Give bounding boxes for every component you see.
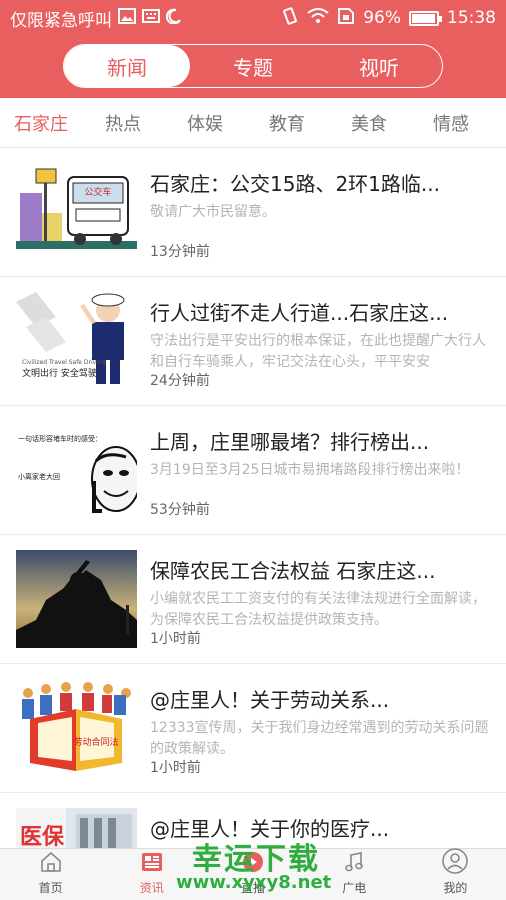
wifi-icon bbox=[307, 7, 329, 29]
tab-audio-video[interactable]: 视听 bbox=[316, 45, 442, 87]
news-item[interactable]: Civilized Travel Safe Driving 文明出行 安全驾驶 … bbox=[0, 277, 506, 406]
news-title: 保障农民工合法权益 石家庄这... bbox=[150, 559, 436, 583]
category-shijiazhuang[interactable]: 石家庄 bbox=[0, 110, 82, 136]
news-thumbnail-meme: 一句话形容堵车时的感受： 小离家老大回 bbox=[16, 421, 137, 519]
tab-news-feed[interactable]: 资讯 bbox=[101, 849, 202, 900]
section-switcher: 新闻 专题 视听 bbox=[63, 44, 443, 88]
bus-sign-text: 公交车 bbox=[84, 186, 111, 198]
category-hot[interactable]: 热点 bbox=[82, 110, 164, 136]
news-title: @庄里人！关于劳动关系... bbox=[150, 688, 390, 712]
news-item[interactable]: 保障农民工合法权益 石家庄这... 小编就农民工工资支付的有关法律法规进行全面解… bbox=[0, 535, 506, 664]
category-food[interactable]: 美食 bbox=[328, 110, 410, 136]
thumb-caption: 医保 bbox=[20, 825, 65, 850]
news-title: @庄里人！关于你的医疗... bbox=[150, 817, 390, 841]
tab-label: 首页 bbox=[38, 881, 63, 895]
category-emotion[interactable]: 情感 bbox=[410, 110, 492, 136]
tab-profile[interactable]: 我的 bbox=[405, 848, 506, 900]
news-time: 53分钟前 bbox=[150, 502, 210, 518]
news-icon bbox=[140, 850, 164, 879]
vibrate-icon bbox=[281, 6, 299, 30]
tab-label: 我的 bbox=[443, 881, 468, 895]
category-bar: 石家庄 热点 体娱 教育 美食 情感 bbox=[0, 98, 506, 148]
battery-percent: 96% bbox=[363, 8, 401, 28]
live-icon bbox=[241, 850, 265, 879]
news-title: 行人过街不走人行道...石家庄这... bbox=[150, 301, 449, 325]
status-bar: 仅限紧急呼叫 96% 15:38 bbox=[0, 0, 506, 36]
tab-label: 广电 bbox=[342, 881, 367, 895]
sim-icon bbox=[337, 7, 355, 30]
news-time: 24分钟前 bbox=[150, 373, 210, 389]
news-thumbnail-traffic-police: Civilized Travel Safe Driving 文明出行 安全驾驶 bbox=[16, 292, 137, 390]
tab-home[interactable]: 首页 bbox=[0, 849, 101, 900]
news-title: 上周，庄里哪最堵？排行榜出... bbox=[150, 430, 430, 454]
thumb-caption-2: 小离家老大回 bbox=[18, 472, 60, 481]
news-item[interactable]: 一句话形容堵车时的感受： 小离家老大回 上周，庄里哪最堵？排行榜出... 3月1… bbox=[0, 406, 506, 535]
top-header: 新闻 专题 视听 bbox=[0, 36, 506, 98]
thumb-caption: 文明出行 安全驾驶 bbox=[22, 367, 97, 379]
music-icon bbox=[342, 850, 366, 879]
news-time: 13分钟前 bbox=[150, 244, 210, 260]
tab-news[interactable]: 新闻 bbox=[64, 45, 190, 87]
tab-label: 资讯 bbox=[139, 881, 164, 895]
keyboard-icon bbox=[142, 8, 160, 28]
gallery-icon bbox=[118, 7, 136, 29]
news-item[interactable]: 公交车 石家庄：公交15路、2环1路临... 敬请广大市民留意。 13分钟前 bbox=[0, 148, 506, 277]
news-item[interactable]: 劳动合同法 @庄里人！关于劳动关系... 12333宣传周，关于我们身边经常遇到… bbox=[0, 664, 506, 793]
news-title: 石家庄：公交15路、2环1路临... bbox=[150, 172, 440, 196]
news-thumbnail-labor-law-book: 劳动合同法 bbox=[16, 679, 137, 777]
tab-topics[interactable]: 专题 bbox=[190, 45, 316, 87]
moon-icon bbox=[165, 8, 182, 29]
clock: 15:38 bbox=[447, 8, 496, 28]
news-thumbnail-workers-silhouette bbox=[16, 550, 137, 648]
home-icon bbox=[39, 850, 63, 879]
tab-live[interactable]: 直播 bbox=[202, 849, 303, 900]
profile-icon bbox=[442, 848, 469, 879]
news-summary: 敬请广大市民留意。 bbox=[150, 204, 276, 220]
battery-icon bbox=[409, 10, 442, 26]
tab-label: 直播 bbox=[241, 881, 266, 895]
bottom-tab-bar: 首页 资讯 直播 广电 我的 bbox=[0, 848, 506, 900]
news-summary: 守法出行是平安出行的根本保证，在此也提醒广大行人和自行车骑乘人，牢记交法在心头，… bbox=[150, 333, 486, 370]
tab-broadcast[interactable]: 广电 bbox=[304, 849, 405, 900]
thumb-caption-en: Civilized Travel Safe Driving bbox=[22, 359, 106, 366]
news-time: 1小时前 bbox=[150, 760, 201, 776]
news-summary: 3月19日至3月25日城市易拥堵路段排行榜出来啦！ bbox=[150, 462, 470, 478]
news-summary: 12333宣传周，关于我们身边经常遇到的劳动关系问题的政策解读。 bbox=[150, 720, 489, 757]
thumb-caption: 一句话形容堵车时的感受： bbox=[18, 434, 102, 443]
thumb-caption: 劳动合同法 bbox=[73, 736, 118, 748]
category-education[interactable]: 教育 bbox=[246, 110, 328, 136]
news-thumbnail-bus-stop: 公交车 bbox=[16, 163, 137, 261]
news-summary: 小编就农民工工资支付的有关法律法规进行全面解读，为保障农民工合法权益提供政策支持… bbox=[150, 591, 486, 628]
news-time: 1小时前 bbox=[150, 631, 201, 647]
category-sports-ent[interactable]: 体娱 bbox=[164, 110, 246, 136]
carrier-text: 仅限紧急呼叫 bbox=[10, 10, 112, 31]
